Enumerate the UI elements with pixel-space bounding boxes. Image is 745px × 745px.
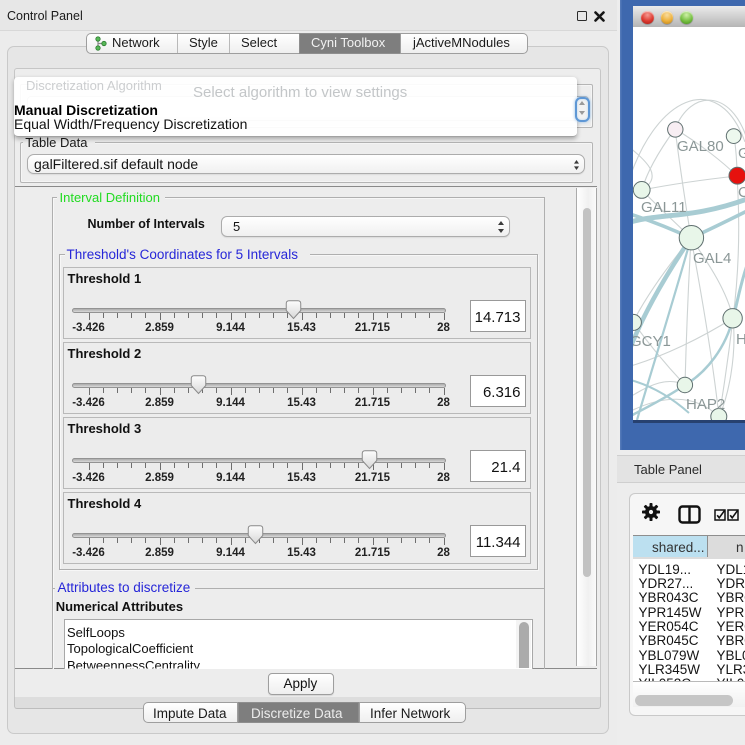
svg-text:C: C bbox=[738, 184, 745, 201]
svg-text:GAL4: GAL4 bbox=[693, 250, 731, 267]
svg-text:GCY1: GCY1 bbox=[633, 333, 671, 350]
svg-text:GAL80: GAL80 bbox=[677, 138, 724, 155]
svg-text:HAP2: HAP2 bbox=[686, 396, 725, 413]
svg-text:GA: GA bbox=[738, 145, 745, 162]
svg-text:GAL11: GAL11 bbox=[641, 199, 687, 216]
svg-text:H: H bbox=[736, 331, 745, 348]
